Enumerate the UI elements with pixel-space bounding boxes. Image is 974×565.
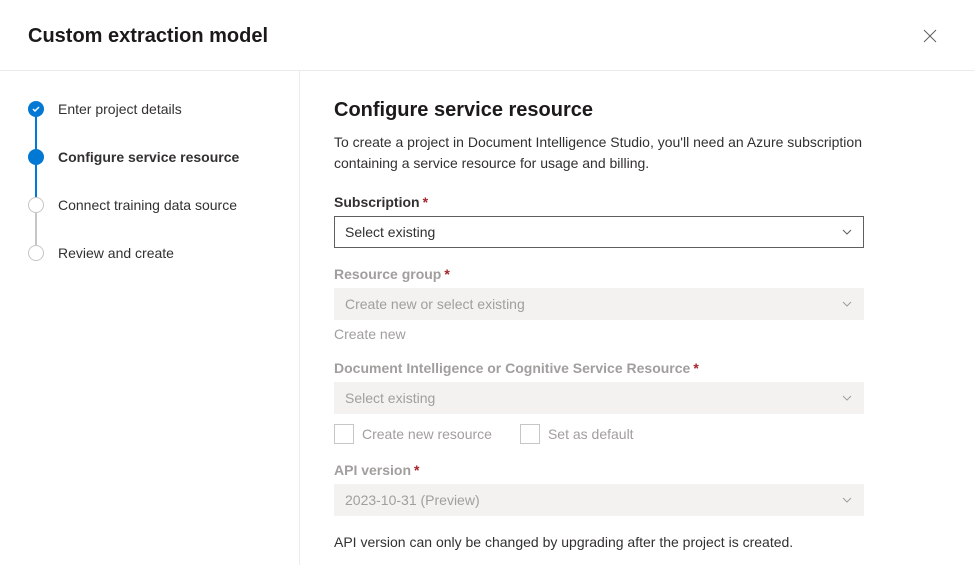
required-icon: * [693, 360, 698, 376]
field-subscription: Subscription* Select existing [334, 194, 864, 248]
subscription-select[interactable]: Select existing [334, 216, 864, 248]
api-version-select[interactable]: 2023-10-31 (Preview) [334, 484, 864, 516]
set-as-default-option[interactable]: Set as default [520, 424, 634, 444]
resource-group-select[interactable]: Create new or select existing [334, 288, 864, 320]
checkbox-label: Set as default [548, 426, 634, 442]
select-placeholder: Select existing [345, 224, 435, 240]
field-label-resource-group: Resource group* [334, 266, 864, 282]
field-label-subscription: Subscription* [334, 194, 864, 210]
step-pending-icon [28, 197, 44, 213]
select-placeholder: Select existing [345, 390, 435, 406]
step-pending-icon [28, 245, 44, 261]
step-label: Configure service resource [58, 149, 239, 165]
step-label: Review and create [58, 245, 174, 261]
wizard-steps-sidebar: Enter project details Configure service … [0, 71, 300, 565]
dialog-body: Enter project details Configure service … [0, 71, 974, 565]
field-label-api-version: API version* [334, 462, 864, 478]
required-icon: * [444, 266, 449, 282]
step-configure-service-resource[interactable]: Configure service resource [28, 149, 279, 165]
step-enter-project-details[interactable]: Enter project details [28, 101, 279, 117]
create-new-resource-group-link[interactable]: Create new [334, 326, 406, 342]
field-resource-group: Resource group* Create new or select exi… [334, 266, 864, 342]
required-icon: * [414, 462, 419, 478]
step-current-icon [28, 149, 44, 165]
checkbox-label: Create new resource [362, 426, 492, 442]
chevron-down-icon [841, 392, 853, 404]
step-connect-training-data-source[interactable]: Connect training data source [28, 197, 279, 213]
chevron-down-icon [841, 298, 853, 310]
create-new-resource-checkbox[interactable] [334, 424, 354, 444]
select-placeholder: Create new or select existing [345, 296, 525, 312]
step-connector [35, 165, 37, 197]
step-connector [35, 213, 37, 245]
api-version-hint: API version can only be changed by upgra… [334, 534, 864, 550]
field-service-resource: Document Intelligence or Cognitive Servi… [334, 360, 864, 444]
step-label: Enter project details [58, 101, 182, 117]
step-label: Connect training data source [58, 197, 237, 213]
select-value: 2023-10-31 (Preview) [345, 492, 480, 508]
required-icon: * [423, 194, 428, 210]
step-connector [35, 117, 37, 149]
step-review-and-create[interactable]: Review and create [28, 245, 279, 261]
close-icon [923, 29, 937, 43]
section-description: To create a project in Document Intellig… [334, 132, 864, 174]
chevron-down-icon [841, 226, 853, 238]
chevron-down-icon [841, 494, 853, 506]
close-button[interactable] [914, 20, 946, 52]
field-api-version: API version* 2023-10-31 (Preview) [334, 462, 864, 516]
main-content: Configure service resource To create a p… [300, 71, 974, 565]
section-title: Configure service resource [334, 99, 864, 122]
dialog-header: Custom extraction model [0, 0, 974, 71]
create-new-resource-option[interactable]: Create new resource [334, 424, 492, 444]
set-as-default-checkbox[interactable] [520, 424, 540, 444]
service-resource-select[interactable]: Select existing [334, 382, 864, 414]
service-resource-options: Create new resource Set as default [334, 424, 864, 444]
dialog-title: Custom extraction model [28, 25, 268, 48]
step-completed-icon [28, 101, 44, 117]
field-label-service-resource: Document Intelligence or Cognitive Servi… [334, 360, 864, 376]
